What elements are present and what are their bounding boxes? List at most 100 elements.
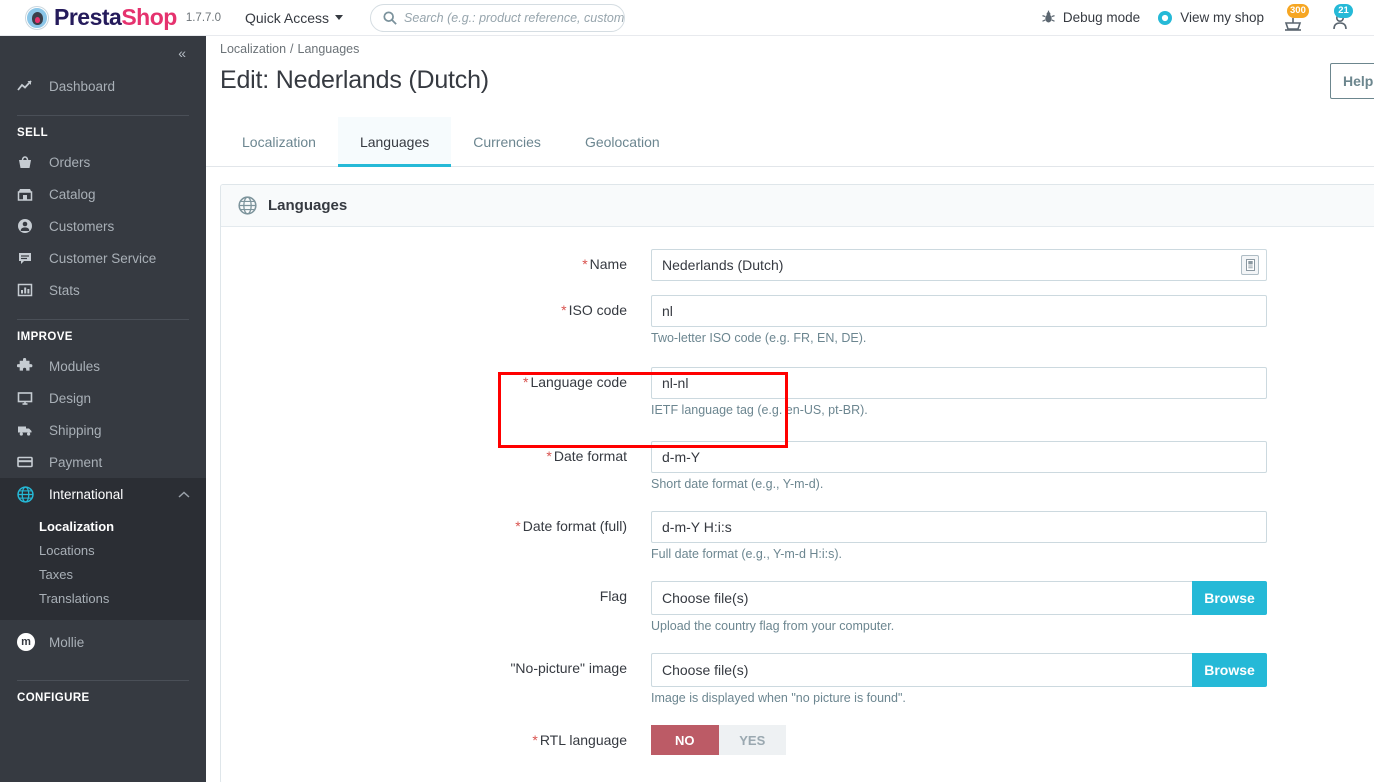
date-format-full-label: * Date format (full) [221, 511, 651, 561]
name-label-text: Name [589, 256, 627, 272]
form-row-language-code: * Language code nl-nl IETF language tag (… [221, 367, 1374, 417]
breadcrumb-separator: / [290, 42, 294, 56]
bug-icon [1041, 10, 1056, 25]
sidebar-item-label: Catalog [49, 186, 96, 202]
help-button[interactable]: Help [1330, 63, 1374, 99]
quick-access-dropdown[interactable]: Quick Access [245, 9, 344, 26]
rtl-language-toggle[interactable]: NO YES [651, 725, 786, 755]
form-row-date-format-full: * Date format (full) d-m-Y H:i:s Full dat… [221, 511, 1374, 561]
debug-mode-link[interactable]: Debug mode [1041, 10, 1140, 25]
iso-code-help: Two-letter ISO code (e.g. FR, EN, DE). [651, 331, 867, 345]
search-box[interactable]: Search (e.g.: product reference, custome… [370, 3, 626, 32]
prestashop-mascot-icon [26, 6, 48, 29]
design-icon [17, 390, 39, 406]
tab-currencies[interactable]: Currencies [451, 117, 563, 166]
quick-access-label: Quick Access [245, 9, 330, 26]
form-row-iso-code: * ISO code nl Two-letter ISO code (e.g. F… [221, 295, 1374, 345]
languages-panel: Languages * Name Nederlands (Dutch) * IS… [220, 184, 1374, 782]
brand-first: Presta [54, 4, 122, 30]
sidebar-section-improve: IMPROVE [17, 331, 73, 343]
date-format-input[interactable]: d-m-Y [651, 441, 1267, 473]
sidebar-item-mollie[interactable]: m Mollie [0, 626, 206, 658]
form-row-flag: Flag Choose file(s) Browse Upload the co… [221, 581, 1374, 633]
date-format-label: * Date format [221, 441, 651, 491]
customers-badge-count: 21 [1334, 3, 1353, 18]
rtl-toggle-yes[interactable]: YES [718, 725, 786, 755]
version-label: 1.7.7.0 [185, 11, 221, 24]
sidebar-subitem-taxes[interactable]: Taxes [0, 562, 206, 586]
rtl-toggle-no[interactable]: NO [651, 725, 719, 755]
tab-languages[interactable]: Languages [337, 117, 452, 167]
sidebar-item-label: Stats [49, 282, 80, 298]
breadcrumb-current[interactable]: Languages [298, 42, 360, 56]
no-picture-file-input[interactable]: Choose file(s) [651, 653, 1192, 687]
no-picture-image-label: "No-picture" image [510, 660, 627, 676]
sidebar-item-label: Design [49, 390, 92, 406]
view-my-shop-link[interactable]: View my shop [1157, 10, 1264, 26]
sidebar-item-label: Shipping [49, 422, 102, 438]
no-picture-browse-button[interactable]: Browse [1192, 653, 1267, 687]
panel-title: Languages [268, 197, 348, 214]
search-input[interactable]: Search (e.g.: product reference, custome… [404, 11, 624, 25]
sidebar-subitem-locations[interactable]: Locations [0, 538, 206, 562]
sidebar-subitem-translations[interactable]: Translations [0, 586, 206, 610]
iso-code-label: * ISO code [221, 295, 651, 345]
sidebar-item-international[interactable]: International [0, 478, 206, 510]
sidebar-item-shipping[interactable]: Shipping [0, 414, 206, 446]
breadcrumb: Localization / Languages [206, 36, 1374, 56]
brand-second: Shop [121, 4, 177, 30]
flag-browse-button[interactable]: Browse [1192, 581, 1267, 615]
sidebar-section-sell: SELL [17, 127, 48, 139]
multilang-icon[interactable] [1241, 255, 1259, 275]
main-sidebar: « Dashboard SELL Orders Catalog Customer… [0, 36, 206, 782]
sidebar-item-customer-service[interactable]: Customer Service [0, 242, 206, 274]
iso-code-input[interactable]: nl [651, 295, 1267, 327]
globe-icon [238, 196, 257, 215]
orders-notification[interactable]: 300 [1281, 3, 1311, 31]
sidebar-item-label: Modules [49, 358, 101, 374]
sidebar-item-payment[interactable]: Payment [0, 446, 206, 478]
page-title: Edit: Nederlands (Dutch) [220, 66, 489, 94]
sidebar-item-label: International [49, 486, 124, 502]
sidebar-item-dashboard[interactable]: Dashboard [0, 70, 206, 102]
sidebar-subitem-localization[interactable]: Localization [0, 514, 206, 538]
name-input[interactable]: Nederlands (Dutch) [651, 249, 1267, 281]
sidebar-item-stats[interactable]: Stats [0, 274, 206, 306]
sidebar-item-label: Payment [49, 454, 103, 470]
page-header: Edit: Nederlands (Dutch) Help [206, 56, 1374, 99]
breadcrumb-parent[interactable]: Localization [220, 42, 286, 56]
orders-icon [17, 154, 39, 170]
required-marker: * [546, 448, 552, 464]
date-format-full-input[interactable]: d-m-Y H:i:s [651, 511, 1267, 543]
tab-bar: Localization Languages Currencies Geoloc… [206, 117, 1374, 167]
language-code-label-text: Language code [530, 374, 627, 390]
form-body: * Name Nederlands (Dutch) * ISO code nl … [221, 227, 1374, 755]
sidebar-item-design[interactable]: Design [0, 382, 206, 414]
sidebar-item-customers[interactable]: Customers [0, 210, 206, 242]
language-code-input[interactable]: nl-nl [651, 367, 1267, 399]
sidebar-divider-2 [17, 319, 189, 320]
content-area: Languages * Name Nederlands (Dutch) * IS… [206, 167, 1374, 782]
sidebar-item-modules[interactable]: Modules [0, 350, 206, 382]
sidebar-item-catalog[interactable]: Catalog [0, 178, 206, 210]
sidebar-item-orders[interactable]: Orders [0, 146, 206, 178]
tab-localization[interactable]: Localization [220, 117, 338, 166]
form-row-name: * Name Nederlands (Dutch) [221, 249, 1374, 281]
tab-geolocation[interactable]: Geolocation [563, 117, 682, 166]
flag-file-input[interactable]: Choose file(s) [651, 581, 1192, 615]
debug-mode-label: Debug mode [1062, 10, 1141, 25]
prestashop-logo[interactable]: PrestaShop [26, 4, 177, 31]
sidebar-item-label: Customers [49, 218, 115, 234]
shipping-icon [17, 422, 39, 438]
sidebar-item-label: Orders [49, 154, 91, 170]
name-label: * Name [221, 249, 651, 281]
required-marker: * [582, 256, 588, 272]
sidebar-item-label: Dashboard [49, 78, 116, 94]
top-header-bar: PrestaShop 1.7.7.0 Quick Access Search (… [0, 0, 1374, 36]
required-marker: * [561, 302, 567, 318]
collapse-sidebar-icon[interactable]: « [178, 45, 186, 61]
date-format-full-label-text: Date format (full) [522, 518, 627, 534]
sidebar-divider-3 [17, 680, 189, 681]
customers-notification[interactable]: 21 [1328, 3, 1358, 31]
date-format-full-help: Full date format (e.g., Y-m-d H:i:s). [651, 547, 843, 561]
